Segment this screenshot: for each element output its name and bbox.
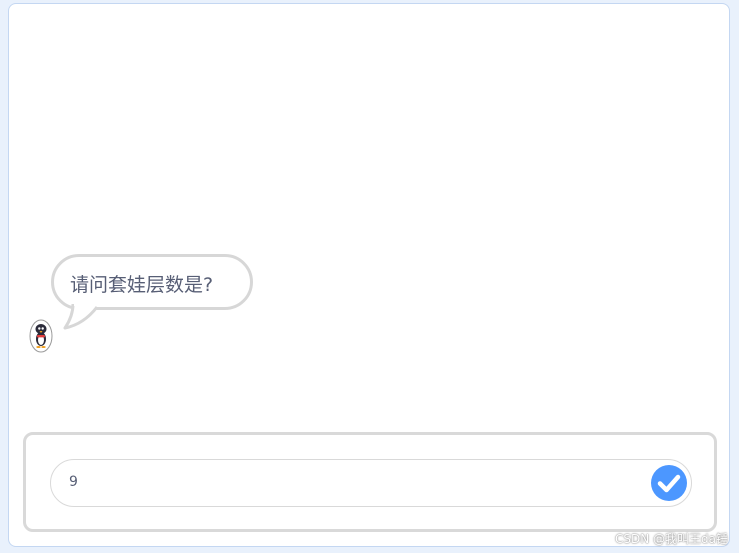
speech-bubble: 请问套娃层数是? (51, 254, 253, 310)
speech-bubble-text: 请问套娃层数是? (70, 274, 214, 296)
answer-input[interactable]: 9 (50, 459, 692, 507)
answer-input-value: 9 (69, 474, 78, 490)
ask-prompt-box: 9 (23, 432, 717, 532)
watermark-text: CSDN @我叫王da锤 (615, 532, 728, 546)
penguin-sprite-icon[interactable] (29, 319, 53, 353)
submit-answer-button[interactable] (651, 465, 687, 501)
stage-canvas: 请问套娃层数是? 9 (8, 3, 730, 547)
checkmark-icon (657, 474, 681, 493)
speech-bubble-tail (63, 302, 99, 330)
